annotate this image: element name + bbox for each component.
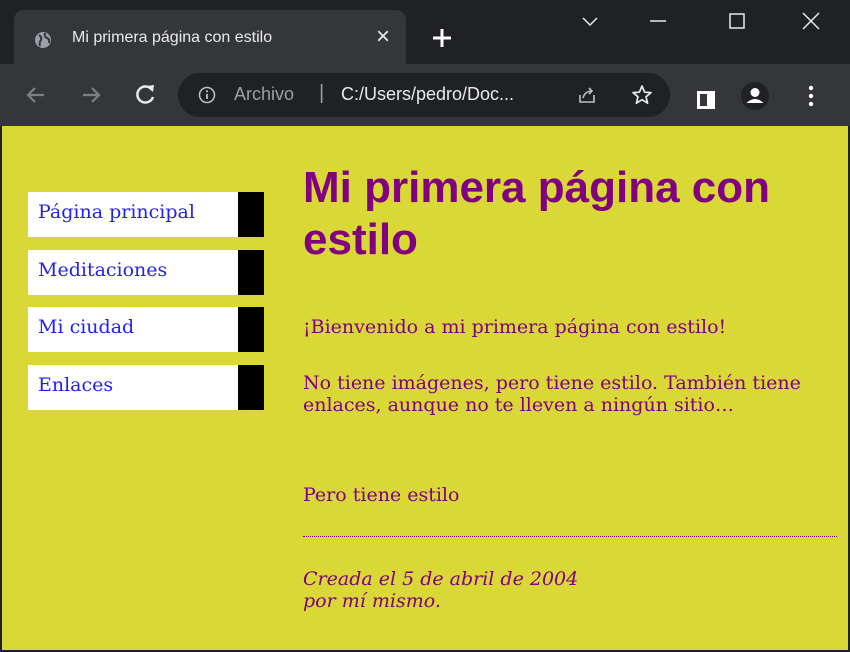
footer-date: Creada el 5 de abril de 2004 <box>303 568 579 590</box>
close-icon[interactable] <box>796 6 826 36</box>
nav-item-pagina-principal: Página principal <box>28 192 264 237</box>
footer-author: por mí mismo. <box>303 590 441 612</box>
page-title: Mi primera página con estilo <box>303 163 770 264</box>
chevron-down-icon[interactable] <box>575 6 605 36</box>
style-paragraph: Pero tiene estilo <box>303 484 460 506</box>
horizontal-rule <box>303 536 837 537</box>
url-text[interactable]: C:/Users/pedro/Doc... <box>341 84 514 105</box>
tab-title: Mi primera página con estilo <box>72 29 273 46</box>
forward-arrow-icon[interactable] <box>77 81 105 109</box>
nav-link-pagina-principal[interactable]: Página principal <box>38 201 195 223</box>
plus-icon[interactable] <box>428 24 456 52</box>
nav-item-meditaciones: Meditaciones <box>28 249 264 295</box>
description-paragraph: No tiene imágenes, pero tiene estilo. Ta… <box>303 372 801 416</box>
site-navbar: Página principal Meditaciones Mi ciudad … <box>28 192 264 422</box>
kebab-menu-icon[interactable] <box>804 85 818 107</box>
url-separator: | <box>319 82 325 104</box>
maximize-icon[interactable] <box>722 6 752 36</box>
tab-close-button[interactable]: × <box>371 25 395 50</box>
nav-link-enlaces[interactable]: Enlaces <box>38 374 113 396</box>
minimize-icon[interactable] <box>643 6 673 36</box>
share-icon[interactable] <box>576 84 598 106</box>
nav-item-mi-ciudad: Mi ciudad <box>28 307 264 352</box>
back-arrow-icon[interactable] <box>22 81 50 109</box>
side-panel-icon[interactable] <box>696 90 716 110</box>
star-icon[interactable] <box>630 83 654 107</box>
title-bar: Mi primera página con estilo × <box>0 0 850 66</box>
main-content: Mi primera página con estilo ¡Bienvenido… <box>303 162 837 612</box>
footer-address: Creada el 5 de abril de 2004 por mí mism… <box>303 568 837 612</box>
browser-toolbar: Archivo | C:/Users/pedro/Doc... <box>0 64 850 126</box>
profile-icon[interactable] <box>740 81 770 111</box>
browser-tab[interactable]: Mi primera página con estilo × <box>14 10 406 66</box>
globe-icon <box>35 32 51 48</box>
page-viewport: Página principal Meditaciones Mi ciudad … <box>2 126 848 650</box>
nav-item-enlaces: Enlaces <box>28 364 264 410</box>
reload-icon[interactable] <box>131 81 159 109</box>
nav-link-mi-ciudad[interactable]: Mi ciudad <box>38 316 134 338</box>
welcome-paragraph: ¡Bienvenido a mi primera página con esti… <box>303 316 727 338</box>
info-icon[interactable] <box>198 86 216 104</box>
nav-link-meditaciones[interactable]: Meditaciones <box>38 259 167 281</box>
address-bar[interactable]: Archivo | C:/Users/pedro/Doc... <box>178 73 670 117</box>
url-scheme: Archivo <box>234 84 295 104</box>
